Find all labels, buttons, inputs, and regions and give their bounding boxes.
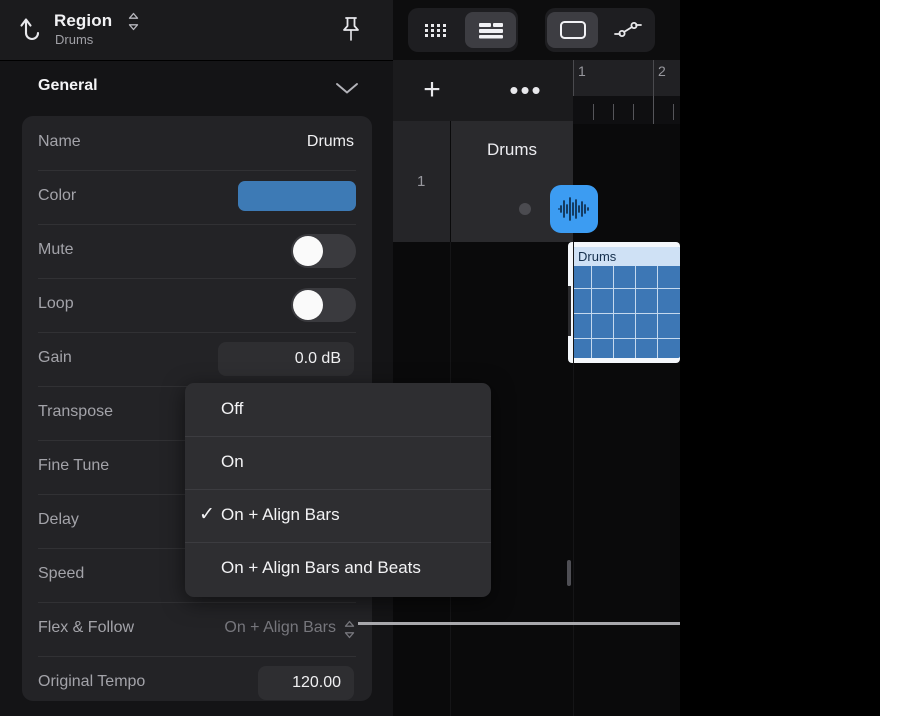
general-section-header[interactable]: General xyxy=(0,61,393,115)
region-gridline xyxy=(613,266,614,358)
region-gridline xyxy=(657,266,658,358)
region-gridline xyxy=(573,288,680,289)
param-value-name[interactable]: Drums xyxy=(307,133,354,151)
flex-and-follow-dropdown-menu[interactable]: Off On ✓ On + Align Bars On + Align Bars… xyxy=(185,383,491,597)
stepper-chevrons-icon[interactable] xyxy=(127,12,140,31)
region-gridline xyxy=(573,338,680,339)
toolbar-group-browsers xyxy=(408,8,518,52)
color-swatch[interactable] xyxy=(238,181,356,211)
region-inspector-panel: Region Drums General Name Drums Color Mu… xyxy=(0,0,393,716)
beat-tick xyxy=(613,104,614,120)
gain-field[interactable]: 0.0 dB xyxy=(218,342,354,376)
param-row-color[interactable]: Color xyxy=(22,170,372,224)
track-lane[interactable]: Drums xyxy=(568,242,680,363)
screen-root: Region Drums General Name Drums Color Mu… xyxy=(0,0,908,716)
track-number-column: 1 xyxy=(393,121,450,242)
inspector-subtitle: Drums xyxy=(55,32,94,47)
ruler-bar-number: 2 xyxy=(658,63,666,79)
param-label: Transpose xyxy=(38,403,113,420)
param-row-flex-and-follow[interactable]: Flex & Follow On + Align Bars xyxy=(22,602,372,656)
menu-item-on[interactable]: On xyxy=(185,436,491,489)
track-row[interactable]: 1 Drums Drums xyxy=(393,121,680,363)
menu-item-label: On + Align Bars xyxy=(221,505,340,524)
checkmark-icon: ✓ xyxy=(199,504,215,525)
param-label: Flex & Follow xyxy=(38,619,135,636)
original-tempo-field[interactable]: 120.00 xyxy=(258,666,354,700)
track-name-column[interactable]: Drums xyxy=(451,121,598,242)
beat-tick xyxy=(633,104,634,120)
toolbar-group-editors xyxy=(545,8,655,52)
param-row-gain[interactable]: Gain 0.0 dB xyxy=(22,332,372,386)
loop-toggle[interactable] xyxy=(291,288,356,322)
menu-item-off[interactable]: Off xyxy=(185,383,491,436)
region-gridline xyxy=(591,266,592,358)
param-label: Delay xyxy=(38,511,79,528)
list-view-icon[interactable] xyxy=(465,12,516,48)
track-number: 1 xyxy=(417,173,426,190)
param-label: Color xyxy=(38,187,77,204)
param-label: Loop xyxy=(38,295,74,312)
toggle-knob xyxy=(293,290,323,320)
inspector-header: Region Drums xyxy=(0,0,393,61)
more-options-button[interactable]: ••• xyxy=(509,73,543,107)
menu-item-on-align-bars[interactable]: ✓ On + Align Bars xyxy=(185,489,491,542)
param-label: Original Tempo xyxy=(38,673,146,690)
audio-waveform-icon[interactable] xyxy=(550,185,598,233)
flex-and-follow-value[interactable]: On + Align Bars xyxy=(224,619,336,637)
inspector-title: Region xyxy=(54,11,113,30)
param-row-name[interactable]: Name Drums xyxy=(22,116,372,170)
ruler-barline xyxy=(653,60,654,96)
param-row-mute[interactable]: Mute xyxy=(22,224,372,278)
menu-item-on-align-bars-and-beats[interactable]: On + Align Bars and Beats xyxy=(185,542,491,595)
beat-tick xyxy=(673,104,674,120)
background-filler xyxy=(680,0,880,716)
back-arrow-icon[interactable] xyxy=(20,16,46,44)
region-gridline xyxy=(635,266,636,358)
param-row-original-tempo[interactable]: Original Tempo 120.00 xyxy=(22,656,372,701)
vertical-scrollbar[interactable] xyxy=(567,560,571,586)
stepper-chevrons-icon[interactable] xyxy=(343,620,356,639)
beat-tick-strip xyxy=(573,96,680,124)
beat-tick xyxy=(593,104,594,120)
region-body: Drums xyxy=(573,247,680,358)
grid-dots-icon[interactable] xyxy=(410,12,461,48)
region-waveform-grid xyxy=(573,266,680,358)
track-name: Drums xyxy=(486,140,538,159)
audio-region-drums[interactable]: Drums xyxy=(568,242,680,363)
param-label: Speed xyxy=(38,565,85,582)
record-enable-dot[interactable] xyxy=(519,203,531,215)
lane-divider xyxy=(573,242,574,716)
section-title: General xyxy=(38,77,98,94)
menu-item-label: On + Align Bars and Beats xyxy=(221,558,421,577)
region-rectangle-icon[interactable] xyxy=(547,12,598,48)
param-label: Gain xyxy=(38,349,72,366)
track-header-toolbar: + ••• xyxy=(393,60,573,121)
region-name: Drums xyxy=(573,247,680,266)
ruler-bar-number: 1 xyxy=(578,63,586,79)
tracks-workspace: + ••• 1 2 1 Drums Drums xyxy=(393,0,680,716)
region-gridline xyxy=(573,313,680,314)
callout-line xyxy=(358,622,700,625)
bar-tick xyxy=(653,96,654,124)
menu-item-label: On xyxy=(221,452,244,471)
automation-curve-icon[interactable] xyxy=(602,12,653,48)
view-toolbar xyxy=(393,0,680,60)
right-white-band xyxy=(880,0,908,716)
menu-item-label: Off xyxy=(221,399,244,418)
ruler-barline xyxy=(573,60,574,96)
param-label: Mute xyxy=(38,241,74,258)
param-label: Name xyxy=(38,133,81,150)
add-track-button[interactable]: + xyxy=(415,73,449,107)
pin-icon[interactable] xyxy=(336,14,366,46)
mute-toggle[interactable] xyxy=(291,234,356,268)
param-row-loop[interactable]: Loop xyxy=(22,278,372,332)
timeline-ruler[interactable]: 1 2 xyxy=(573,60,680,96)
param-label: Fine Tune xyxy=(38,457,110,474)
toggle-knob xyxy=(293,236,323,266)
chevron-down-icon[interactable] xyxy=(335,81,359,95)
region-resize-handle[interactable] xyxy=(568,286,571,336)
